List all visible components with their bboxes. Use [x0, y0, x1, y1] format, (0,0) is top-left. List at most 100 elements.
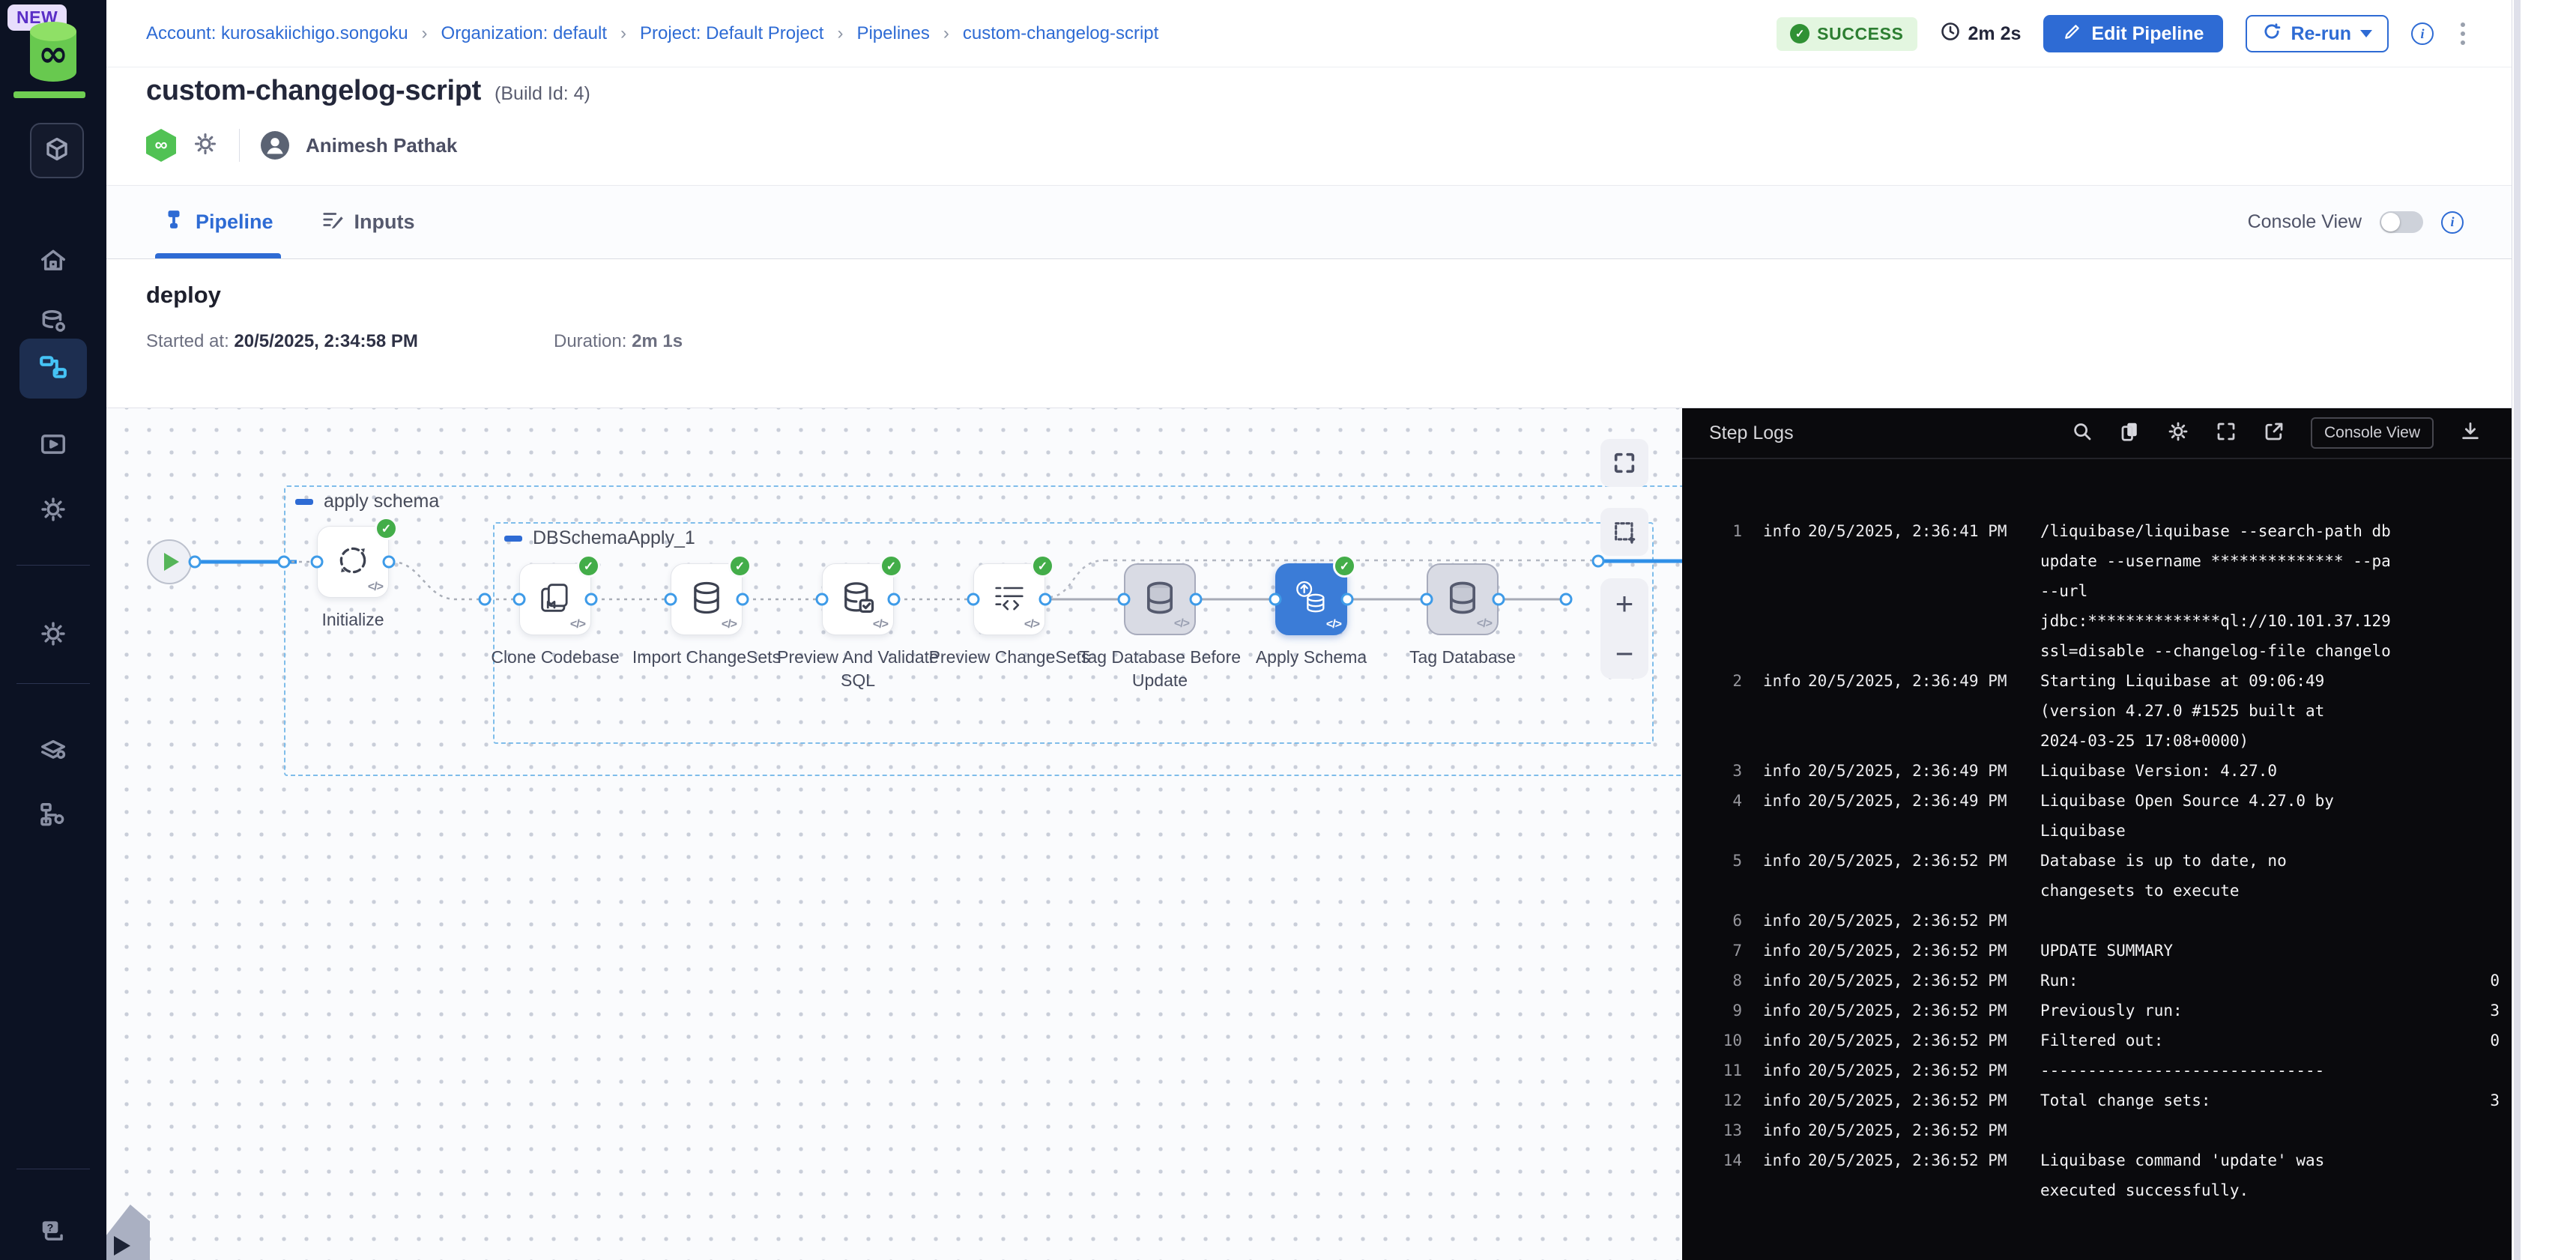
sidebar-item-databases[interactable] [0, 306, 106, 341]
clone-icon [536, 578, 575, 621]
log-line: 13info20/5/2025, 2:36:52 PM [1682, 1115, 2512, 1145]
stepgroup-name: DBSchemaApply_1 [533, 527, 695, 549]
stage-name: deploy [146, 282, 221, 309]
gear-icon[interactable] [193, 131, 218, 160]
status-label: SUCCESS [1817, 24, 1903, 44]
edit-pipeline-button[interactable]: Edit Pipeline [2043, 15, 2223, 52]
info-icon[interactable]: i [2411, 22, 2434, 45]
sidebar-item-pipeline-settings[interactable] [0, 494, 106, 528]
step-node-clone-codebase[interactable]: ✓ </> Clone Codebase [469, 563, 641, 669]
tab-pipeline[interactable]: Pipeline [163, 186, 273, 258]
collapse-icon[interactable] [295, 499, 313, 505]
refresh-icon [2262, 22, 2282, 46]
started-label: Started at: [146, 331, 229, 351]
collapse-icon[interactable] [504, 536, 522, 542]
sidebar-divider [16, 565, 90, 566]
gear-icon [39, 495, 67, 527]
zoom-out-button[interactable]: − [1615, 638, 1634, 670]
pipeline-canvas[interactable]: apply schema DBSchemaApply_1 [106, 408, 1682, 1260]
log-lines[interactable]: 1info20/5/2025, 2:36:41 PM/liquibase/liq… [1682, 461, 2512, 1260]
step-label: Tag Database [1409, 646, 1516, 669]
fullscreen-icon[interactable] [2215, 420, 2237, 446]
console-view-button[interactable]: Console View [2311, 417, 2434, 449]
console-view-toggle[interactable] [2380, 211, 2423, 233]
db-devops-logo[interactable]: ∞ [22, 19, 84, 85]
breadcrumb-current-pipeline[interactable]: custom-changelog-script [963, 23, 1158, 44]
step-logs-header: Step Logs Console View [1682, 408, 2512, 459]
download-icon[interactable] [2459, 420, 2482, 446]
stage-started: Started at: 20/5/2025, 2:34:58 PM [146, 331, 418, 352]
console-view-controls: Console View i [2248, 186, 2512, 258]
elapsed-value: 2m 2s [1968, 23, 2022, 45]
connector-port [1118, 593, 1131, 606]
step-node-tag-database[interactable]: </> Tag Database [1376, 563, 1549, 669]
step-node-import-changesets[interactable]: ✓ </> Import ChangeSets [620, 563, 793, 669]
step-label: Apply Schema [1256, 646, 1367, 669]
connector-port [967, 593, 980, 606]
svg-text:∞: ∞ [38, 33, 68, 75]
success-check-icon: ✓ [577, 554, 600, 578]
step-node-initialize[interactable]: ✓ </> Initialize [267, 526, 439, 631]
cube-icon [43, 136, 70, 166]
search-icon[interactable] [2071, 420, 2093, 446]
code-badge: </> [368, 581, 383, 594]
sidebar-item-pipelines[interactable] [0, 351, 106, 386]
zoom-controls: + − [1600, 578, 1648, 679]
success-check-icon: ✓ [1333, 554, 1356, 578]
connector-port [1493, 593, 1505, 606]
tab-inputs[interactable]: Inputs [321, 186, 415, 258]
step-node-tag-database-before-update[interactable]: </> Tag Database Before Update [1074, 563, 1246, 692]
pipeline-start-node[interactable] [147, 539, 192, 584]
rerun-label: Re-run [2291, 23, 2351, 45]
code-badge: </> [1326, 618, 1341, 631]
database-icon [1443, 578, 1482, 621]
build-id: (Build Id: 4) [495, 83, 590, 105]
connector-port [1269, 593, 1282, 606]
step-node-preview-and-validate-sql[interactable]: ✓ </> Preview And Validate SQL [772, 563, 944, 692]
breadcrumb-project[interactable]: Project: Default Project [640, 23, 823, 44]
sidebar-item-project-settings[interactable] [0, 618, 106, 652]
gear-icon [39, 620, 67, 652]
breadcrumb-pipelines[interactable]: Pipelines [856, 23, 929, 44]
sidebar-item-db-schemas[interactable] [0, 733, 106, 768]
success-check-icon: ✓ [728, 554, 752, 578]
breadcrumb-account[interactable]: Account: kurosakiichigo.songoku [146, 23, 408, 44]
sidebar-item-home[interactable] [0, 245, 106, 279]
tab-inputs-label: Inputs [354, 210, 415, 234]
connector-port [479, 593, 492, 606]
rerun-button[interactable]: Re-run [2246, 15, 2389, 52]
sidebar-item-module-switcher[interactable] [30, 123, 84, 178]
org-chart-gear-icon [39, 801, 67, 833]
log-line: jdbc:**************ql://10.101.37.129 [1682, 606, 2512, 636]
gear-icon[interactable] [2167, 420, 2189, 446]
log-line: 14info20/5/2025, 2:36:52 PMLiquibase com… [1682, 1145, 2512, 1175]
fullscreen-button[interactable] [1600, 439, 1648, 487]
log-line: 10info20/5/2025, 2:36:52 PMFiltered out:… [1682, 1026, 2512, 1055]
info-icon[interactable]: i [2441, 211, 2464, 234]
play-icon [164, 553, 179, 571]
sidebar-item-help[interactable]: ? [0, 1215, 106, 1250]
page-header: Account: kurosakiichigo.songoku › Organi… [106, 0, 2512, 186]
copy-icon[interactable] [2119, 420, 2141, 446]
breadcrumb-organization[interactable]: Organization: default [441, 23, 607, 44]
scrollbar[interactable] [2514, 0, 2521, 1260]
sidebar-item-db-instances[interactable] [0, 799, 106, 834]
pipeline-tab-icon [163, 208, 185, 236]
more-options-menu[interactable] [2456, 18, 2470, 49]
connector-port [665, 593, 677, 606]
connector-port [278, 556, 291, 569]
page-title: custom-changelog-script [146, 75, 481, 107]
log-line: 3info20/5/2025, 2:36:49 PMLiquibase Vers… [1682, 756, 2512, 786]
sidebar-item-executions[interactable] [0, 428, 106, 463]
zoom-in-button[interactable]: + [1615, 588, 1634, 620]
connector-port [1190, 593, 1203, 606]
marquee-select-button[interactable] [1600, 508, 1648, 556]
step-logs-actions: Console View [2071, 417, 2482, 449]
database-gear-icon [39, 308, 67, 340]
step-node-apply-schema[interactable]: ✓ </> Apply Schema [1225, 563, 1397, 669]
initialize-icon [334, 542, 372, 583]
step-node-preview-changesets[interactable]: ✓ </> Preview ChangeSets [923, 563, 1095, 669]
step-label: Import ChangeSets [632, 646, 781, 669]
code-badge: </> [1477, 617, 1492, 631]
open-in-new-icon[interactable] [2263, 420, 2285, 446]
